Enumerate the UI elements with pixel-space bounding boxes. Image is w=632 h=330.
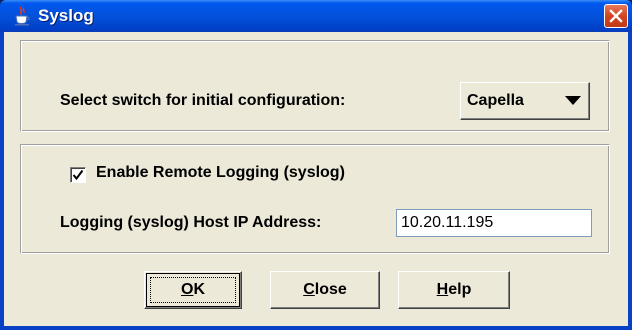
host-ip-label: Logging (syslog) Host IP Address: — [60, 214, 322, 231]
enable-remote-logging-label[interactable]: Enable Remote Logging (syslog) — [96, 164, 345, 182]
syslog-dialog: Syslog Select switch for initial configu… — [0, 0, 632, 330]
help-label-rest: elp — [448, 281, 472, 298]
switch-select-label: Select switch for initial configuration: — [60, 92, 346, 109]
close-mnemonic: C — [303, 281, 315, 298]
switch-select[interactable]: Capella — [460, 82, 590, 120]
enable-remote-logging-checkbox[interactable] — [70, 167, 86, 183]
window-title: Syslog — [38, 6, 94, 25]
title-bar[interactable]: Syslog — [0, 0, 632, 32]
window-frame-right — [628, 32, 632, 330]
logging-panel — [20, 144, 610, 254]
java-cup-icon — [12, 6, 32, 26]
switch-select-value: Capella — [467, 92, 524, 109]
host-ip-input[interactable] — [396, 209, 592, 237]
help-button[interactable]: Help — [398, 271, 510, 309]
ok-mnemonic: O — [180, 281, 194, 298]
check-mark-icon — [72, 169, 84, 181]
window-close-button[interactable] — [604, 4, 628, 28]
triangle-down-icon — [565, 96, 581, 105]
close-button[interactable]: Close — [270, 271, 380, 309]
ok-button[interactable]: OK — [144, 271, 242, 309]
close-x-icon — [609, 9, 623, 23]
close-label-rest: lose — [314, 281, 347, 298]
ok-label-rest: K — [193, 281, 205, 298]
window-frame-bottom — [0, 326, 632, 330]
help-mnemonic: H — [436, 281, 449, 298]
